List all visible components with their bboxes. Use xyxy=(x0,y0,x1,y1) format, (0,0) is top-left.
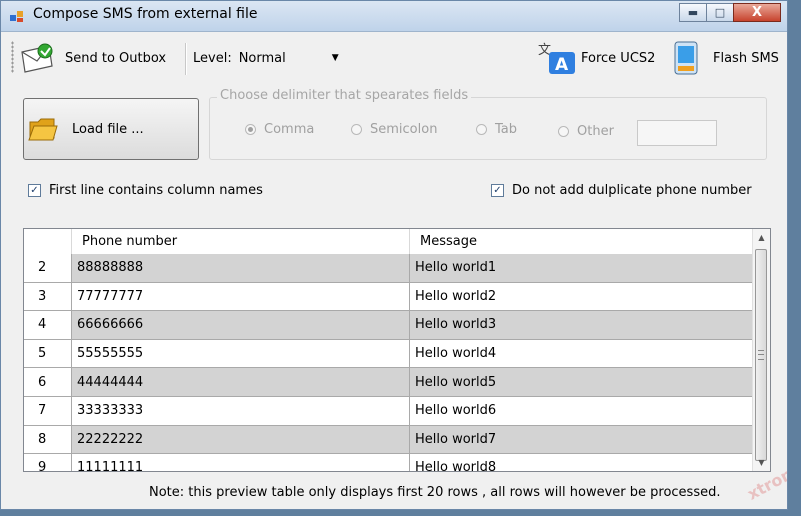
toolbar-grip[interactable] xyxy=(11,41,14,73)
radio-other-label: Other xyxy=(577,124,614,139)
radio-dot xyxy=(476,124,487,135)
table-row[interactable]: 3 77777777 Hello world2 xyxy=(24,282,754,312)
delimiter-legend: Choose delimiter that spearates fields xyxy=(217,88,472,103)
message-cell[interactable]: Hello world5 xyxy=(410,368,754,396)
column-header-index[interactable] xyxy=(24,229,72,254)
phone-cell[interactable]: 77777777 xyxy=(72,282,410,311)
toolbar: Send to Outbox Level: Normal ▼ 文 A Force… xyxy=(7,35,783,81)
scroll-down-icon[interactable]: ▼ xyxy=(753,454,770,471)
table-row[interactable]: 4 66666666 Hello world3 xyxy=(24,311,754,340)
message-cell[interactable]: Hello world3 xyxy=(410,311,754,339)
row-index: 4 xyxy=(24,311,72,339)
column-header-phone[interactable]: Phone number xyxy=(72,229,410,254)
radio-dot xyxy=(558,126,569,137)
checkmark-icon: ✓ xyxy=(28,184,41,197)
first-line-checkbox[interactable]: ✓ First line contains column names xyxy=(28,183,263,198)
envelope-send-icon xyxy=(21,43,53,73)
no-duplicate-checkbox[interactable]: ✓ Do not add dulplicate phone number xyxy=(491,183,752,198)
grip-icon xyxy=(758,350,764,360)
window-controls: ▬ □ X xyxy=(679,3,781,23)
column-header-message[interactable]: Message xyxy=(410,229,754,254)
other-delimiter-input[interactable] xyxy=(637,120,717,146)
minimize-icon: ▬ xyxy=(687,6,699,19)
table-row[interactable]: 9 11111111 Hello world8 xyxy=(24,454,754,471)
phone-cell[interactable]: 33333333 xyxy=(72,396,410,425)
level-control: Level: Normal ▼ xyxy=(193,35,339,81)
app-icon xyxy=(10,11,23,22)
close-icon: X xyxy=(751,5,763,20)
phone-cell[interactable]: 11111111 xyxy=(72,454,410,471)
table-row[interactable]: 5 55555555 Hello world4 xyxy=(24,339,754,369)
message-cell[interactable]: Hello world4 xyxy=(410,339,754,368)
translate-icon: 文 A xyxy=(538,43,575,75)
send-to-outbox-button[interactable]: Send to Outbox xyxy=(19,35,166,81)
radio-other[interactable]: Other xyxy=(558,124,614,139)
row-index: 3 xyxy=(24,282,72,311)
vertical-scrollbar[interactable]: ▲ ▼ xyxy=(752,229,770,471)
table-header: Phone number Message xyxy=(24,229,754,255)
first-line-label: First line contains column names xyxy=(49,183,263,198)
message-cell[interactable]: Hello world6 xyxy=(410,396,754,425)
folder-icon xyxy=(28,118,58,141)
row-index: 5 xyxy=(24,339,72,368)
message-cell[interactable]: Hello world8 xyxy=(410,454,754,471)
table-row[interactable]: 6 44444444 Hello world5 xyxy=(24,368,754,397)
table-row[interactable]: 2 88888888 Hello world1 xyxy=(24,254,754,283)
row-index: 8 xyxy=(24,425,72,454)
level-select[interactable]: Normal ▼ xyxy=(239,51,339,66)
load-file-label: Load file ... xyxy=(72,121,144,137)
minimize-button[interactable]: ▬ xyxy=(679,3,707,22)
radio-tab[interactable]: Tab xyxy=(476,122,517,137)
level-value: Normal xyxy=(238,50,286,66)
preview-table[interactable]: Phone number Message 2 88888888 Hello wo… xyxy=(23,228,771,472)
row-index: 6 xyxy=(24,368,72,396)
row-index: 7 xyxy=(24,396,72,425)
radio-comma-label: Comma xyxy=(264,122,315,137)
flash-sms-label: Flash SMS xyxy=(713,50,779,66)
row-index: 9 xyxy=(24,454,72,471)
radio-dot xyxy=(245,124,256,135)
table-body: 2 88888888 Hello world1 3 77777777 Hello… xyxy=(24,254,754,471)
chevron-down-icon: ▼ xyxy=(331,53,339,63)
row-index: 2 xyxy=(24,254,72,282)
no-duplicate-label: Do not add dulplicate phone number xyxy=(512,183,752,198)
message-cell[interactable]: Hello world1 xyxy=(410,254,754,282)
scroll-thumb[interactable] xyxy=(755,249,767,461)
table-row[interactable]: 8 22222222 Hello world7 xyxy=(24,425,754,455)
phone-cell[interactable]: 44444444 xyxy=(72,368,410,396)
svg-text:A: A xyxy=(555,55,569,75)
radio-semicolon[interactable]: Semicolon xyxy=(351,122,437,137)
maximize-button[interactable]: □ xyxy=(706,3,734,22)
radio-semicolon-label: Semicolon xyxy=(370,122,438,137)
table-row[interactable]: 7 33333333 Hello world6 xyxy=(24,396,754,426)
scroll-up-icon[interactable]: ▲ xyxy=(753,229,770,246)
preview-note: Note: this preview table only displays f… xyxy=(149,485,721,500)
phone-cell[interactable]: 55555555 xyxy=(72,339,410,368)
phone-cell[interactable]: 66666666 xyxy=(72,311,410,339)
send-to-outbox-label: Send to Outbox xyxy=(65,50,167,66)
phone-icon xyxy=(674,41,698,75)
phone-cell[interactable]: 22222222 xyxy=(72,425,410,454)
force-ucs2-label: Force UCS2 xyxy=(581,50,656,66)
maximize-icon: □ xyxy=(714,6,726,19)
message-cell[interactable]: Hello world7 xyxy=(410,425,754,454)
radio-comma[interactable]: Comma xyxy=(245,122,314,137)
radio-dot xyxy=(351,124,362,135)
toolbar-separator xyxy=(185,43,187,75)
radio-tab-label: Tab xyxy=(495,122,518,137)
flash-sms-button[interactable]: Flash SMS xyxy=(671,35,779,81)
message-cell[interactable]: Hello world2 xyxy=(410,282,754,311)
phone-cell[interactable]: 88888888 xyxy=(72,254,410,282)
level-label: Level: xyxy=(193,50,232,66)
close-button[interactable]: X xyxy=(733,3,781,22)
force-ucs2-button[interactable]: 文 A Force UCS2 xyxy=(535,35,655,81)
title-bar[interactable]: Compose SMS from external file ▬ □ X xyxy=(1,1,787,32)
load-file-button[interactable]: Load file ... xyxy=(23,98,199,160)
window-title: Compose SMS from external file xyxy=(33,6,258,22)
checkmark-icon: ✓ xyxy=(491,184,504,197)
compose-sms-window: Compose SMS from external file ▬ □ X Sen… xyxy=(0,0,788,510)
